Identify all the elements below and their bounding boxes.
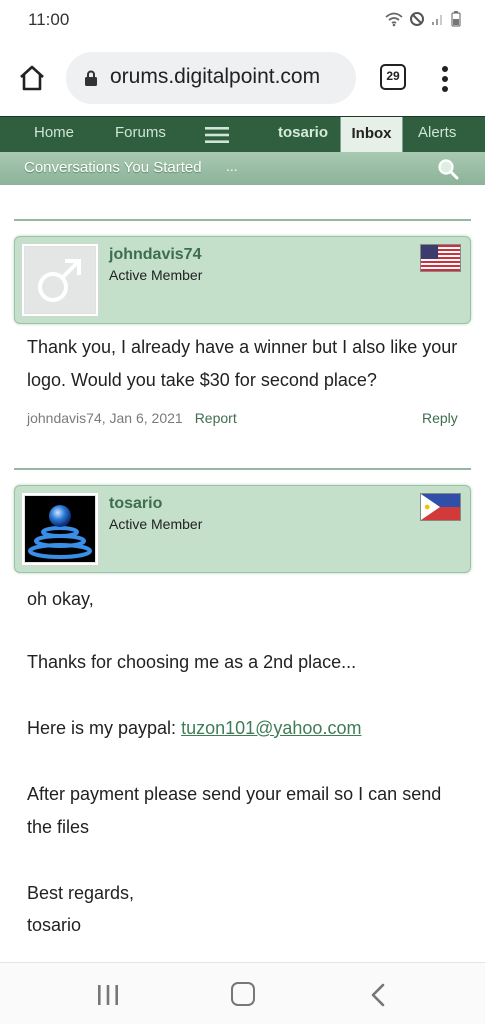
male-symbol-icon (38, 259, 81, 302)
subnav-conversations-started[interactable]: Conversations You Started (24, 159, 202, 176)
system-nav-bar (0, 962, 485, 1024)
forum-nav: Home Forums tosario Inbox Alerts (0, 116, 485, 154)
message-line: Best regards, (27, 883, 135, 903)
paypal-label: Here is my paypal: (27, 718, 182, 738)
tab-switcher-button[interactable]: 29 (380, 64, 406, 90)
message-line: oh okay, (27, 589, 94, 609)
message-line: Here is my paypal: tuzon101@yahoo.com (27, 712, 467, 745)
message-divider (14, 219, 471, 221)
home-icon[interactable] (18, 64, 46, 92)
report-link[interactable]: Report (195, 410, 237, 426)
message-body: Thank you, I already have a winner but I… (27, 337, 458, 390)
message-meta: johndavis74, Jan 6, 2021 Report (27, 410, 237, 426)
nav-inbox[interactable]: Inbox (340, 117, 403, 154)
user-avatar-image (24, 495, 96, 563)
address-bar[interactable]: orums.digitalpoint.com (66, 52, 356, 104)
search-icon[interactable] (437, 158, 459, 180)
email-link[interactable]: tuzon101@yahoo.com (181, 718, 361, 738)
reply-link[interactable]: Reply (422, 410, 458, 426)
back-icon[interactable] (370, 983, 386, 1007)
battery-icon (451, 11, 461, 27)
more-menu-icon[interactable] (440, 64, 450, 94)
message-author-card: johndavis74 Active Member (14, 236, 471, 324)
status-icons (385, 11, 461, 27)
nav-alerts[interactable]: Alerts (418, 117, 456, 153)
subnav-more[interactable]: ... (226, 158, 238, 174)
avatar[interactable] (21, 492, 99, 566)
status-time: 11:00 (28, 10, 70, 29)
do-not-disturb-icon (410, 12, 424, 26)
home-button-icon[interactable] (231, 982, 255, 1006)
hamburger-menu-icon[interactable] (205, 127, 229, 143)
nav-user[interactable]: tosario (278, 117, 328, 153)
message-line: Thanks for choosing me as a 2nd place... (27, 652, 357, 672)
user-title: Active Member (109, 267, 203, 283)
browser-toolbar: orums.digitalpoint.com 29 (0, 40, 485, 116)
wifi-icon (385, 12, 403, 27)
message-line: After payment please send your email so … (27, 784, 442, 837)
username[interactable]: johndavis74 (109, 246, 201, 264)
message-divider (14, 468, 471, 470)
username[interactable]: tosario (109, 495, 162, 513)
nav-forums[interactable]: Forums (115, 117, 166, 153)
message-author-date: johndavis74, Jan 6, 2021 (27, 410, 183, 426)
message-author-card: tosario Active Member (14, 485, 471, 573)
signal-icon (432, 15, 442, 25)
lock-icon (85, 70, 97, 86)
message-line: tosario (27, 915, 82, 935)
blue-sphere-logo-icon (28, 505, 92, 559)
united-states-flag-icon (420, 244, 461, 272)
recent-apps-icon[interactable] (97, 985, 119, 1005)
url-text: orums.digitalpoint.com (110, 65, 321, 88)
user-title: Active Member (109, 516, 203, 532)
sub-nav: Conversations You Started ... (0, 152, 485, 185)
status-bar: 11:00 (0, 0, 485, 40)
avatar[interactable] (21, 243, 99, 317)
philippines-flag-icon (420, 493, 461, 521)
default-male-avatar (24, 246, 96, 314)
nav-home[interactable]: Home (34, 117, 74, 153)
